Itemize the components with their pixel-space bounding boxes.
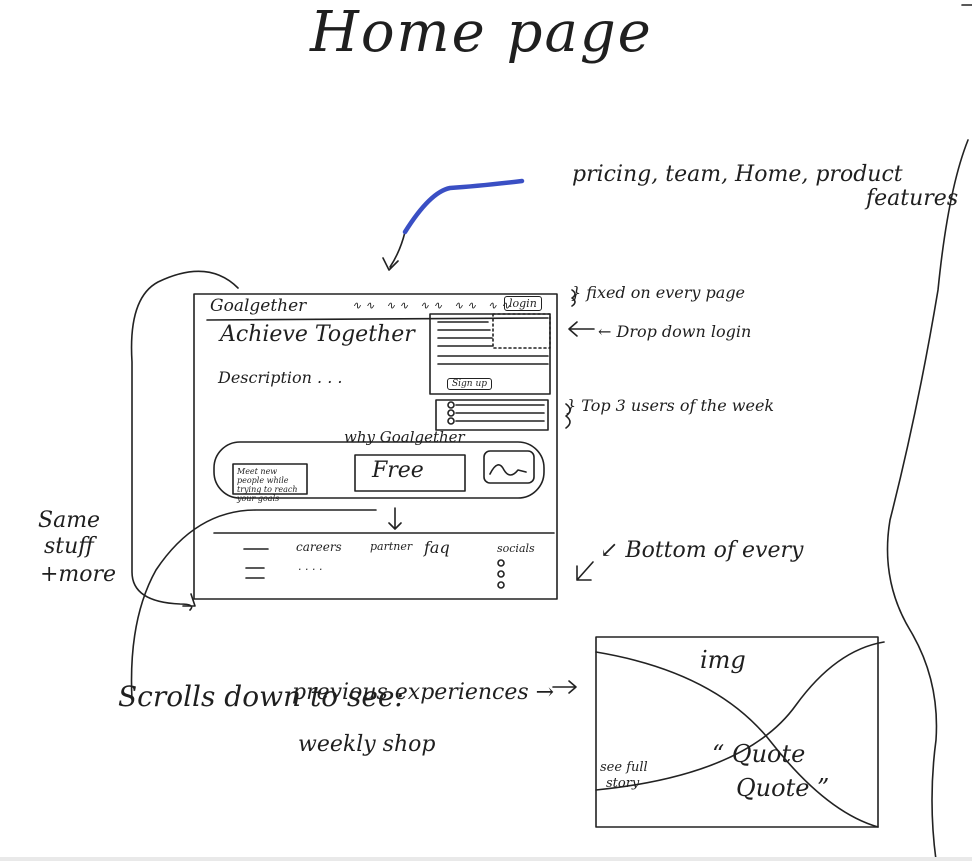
bottom-note: ↙ Bottom of every bbox=[600, 538, 804, 563]
mockup-description: Description . . . bbox=[218, 368, 343, 387]
page-title: Home page bbox=[310, 0, 653, 65]
nav-note: pricing, team, Home, product bbox=[572, 162, 903, 187]
signup-button[interactable]: Sign up bbox=[447, 378, 493, 390]
footer-partner[interactable]: partner bbox=[370, 540, 412, 553]
fixed-note: } fixed on every page bbox=[571, 283, 746, 302]
footer-careers[interactable]: careers bbox=[296, 540, 342, 554]
scroll-item-previous: previous experiences → bbox=[292, 680, 555, 705]
story-img-label: img bbox=[700, 646, 746, 674]
see-full-story-2[interactable]: story bbox=[606, 776, 639, 791]
scroll-item-weekly-shop: weekly shop bbox=[298, 732, 436, 757]
nav-item[interactable]: ∿∿ bbox=[454, 299, 480, 312]
feature-free: Free bbox=[372, 458, 424, 483]
top-users-note: } Top 3 users of the week bbox=[566, 396, 775, 415]
bottom-edge bbox=[0, 857, 972, 861]
same-stuff-note-3: +more bbox=[40, 562, 117, 587]
mockup-headline: Achieve Together bbox=[220, 322, 415, 347]
story-quote-line-1: “ Quote bbox=[712, 740, 806, 768]
nav-note-features: features bbox=[866, 186, 959, 211]
mockup-logo: Goalgether bbox=[210, 296, 307, 316]
login-button[interactable]: login bbox=[504, 296, 542, 311]
nav-item[interactable]: ∿∿ bbox=[352, 299, 378, 312]
same-stuff-note-2: stuff bbox=[44, 534, 94, 559]
mockup-header-line bbox=[206, 317, 549, 321]
footer-faq[interactable]: faq bbox=[424, 538, 450, 557]
nav-item[interactable]: ∿∿ bbox=[386, 299, 412, 312]
accent-stroke bbox=[402, 178, 525, 235]
nav-item[interactable]: ∿∿ bbox=[420, 299, 446, 312]
sketch-lines bbox=[130, 4, 972, 861]
mockup-nav-items[interactable]: ∿∿ ∿∿ ∿∿ ∿∿ ∿∿ bbox=[352, 299, 514, 312]
dropdown-note: ← Drop down login bbox=[598, 322, 752, 341]
footer-socials[interactable]: socials bbox=[497, 542, 535, 555]
footer-dots: . . . . bbox=[298, 560, 323, 573]
story-quote-line-2: Quote ” bbox=[736, 774, 830, 802]
feature-meet-people: Meet new people while trying to reach yo… bbox=[237, 467, 298, 503]
same-stuff-note-1: Same bbox=[38, 508, 101, 533]
why-goalgether-label: why Goalgether bbox=[344, 428, 465, 446]
see-full-story-1[interactable]: see full bbox=[600, 760, 648, 775]
